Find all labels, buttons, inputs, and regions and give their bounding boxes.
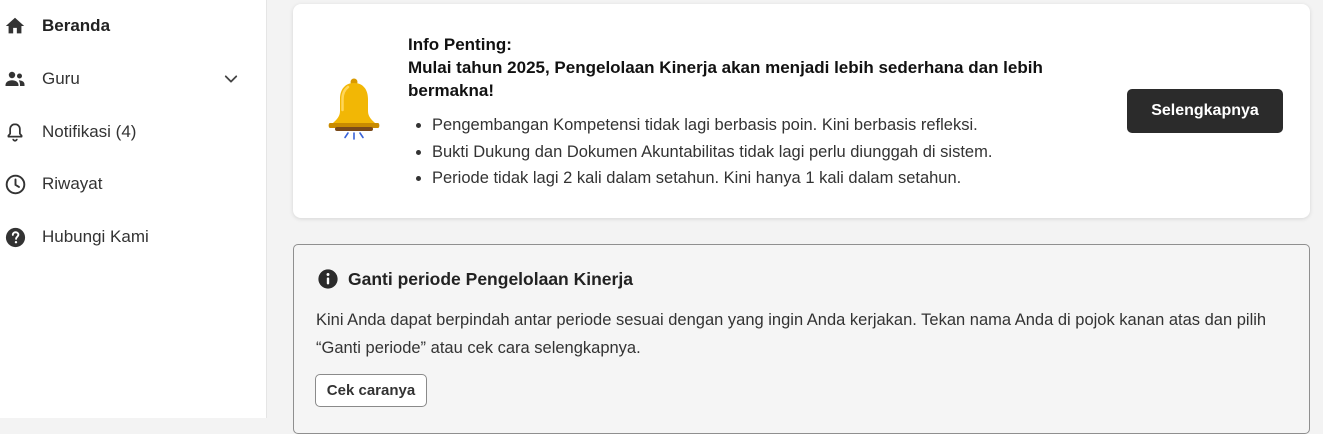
bell-outline-icon [3, 120, 27, 144]
sidebar-item-label: Hubungi Kami [42, 227, 149, 246]
sidebar: Beranda Guru Notifikasi (4) Riwayat Hubu… [0, 0, 267, 418]
cek-caranya-button[interactable]: Cek caranya [315, 374, 427, 407]
info-title: Info Penting: [408, 35, 512, 54]
info-list: Pengembangan Kompetensi tidak lagi berba… [408, 112, 1088, 192]
bell-icon [327, 76, 381, 144]
sidebar-item-notifikasi[interactable]: Notifikasi (4) [0, 112, 267, 152]
sidebar-item-guru[interactable]: Guru [0, 59, 267, 99]
info-text: Info Penting: Mulai tahun 2025, Pengelol… [408, 33, 1088, 192]
notice-header: Ganti periode Pengelolaan Kinerja [317, 268, 633, 290]
important-info-card: Info Penting: Mulai tahun 2025, Pengelol… [293, 4, 1310, 218]
sidebar-item-label: Notifikasi (4) [42, 122, 137, 141]
chevron-down-icon[interactable] [220, 68, 242, 90]
selengkapnya-button[interactable]: Selengkapnya [1127, 89, 1283, 133]
sidebar-item-hubungi-kami[interactable]: Hubungi Kami [0, 217, 267, 257]
list-item: Periode tidak lagi 2 kali dalam setahun.… [432, 165, 1088, 192]
home-icon [3, 14, 27, 38]
people-icon [3, 67, 27, 91]
sidebar-item-label: Guru [42, 69, 80, 88]
sidebar-item-label: Beranda [42, 16, 111, 35]
info-subtitle: Mulai tahun 2025, Pengelolaan Kinerja ak… [408, 58, 1043, 100]
sidebar-item-riwayat[interactable]: Riwayat [0, 164, 267, 204]
list-item: Pengembangan Kompetensi tidak lagi berba… [432, 112, 1088, 139]
clock-icon [3, 172, 27, 196]
list-item: Bukti Dukung dan Dokumen Akuntabilitas t… [432, 139, 1088, 166]
sidebar-item-beranda[interactable]: Beranda [0, 6, 267, 46]
help-circle-icon [3, 225, 27, 249]
notice-body: Kini Anda dapat berpindah antar periode … [316, 311, 1267, 357]
info-icon [317, 268, 339, 290]
notice-title: Ganti periode Pengelolaan Kinerja [348, 268, 633, 289]
change-period-notice: Ganti periode Pengelolaan Kinerja Kini A… [293, 244, 1310, 434]
sidebar-item-label: Riwayat [42, 174, 103, 193]
